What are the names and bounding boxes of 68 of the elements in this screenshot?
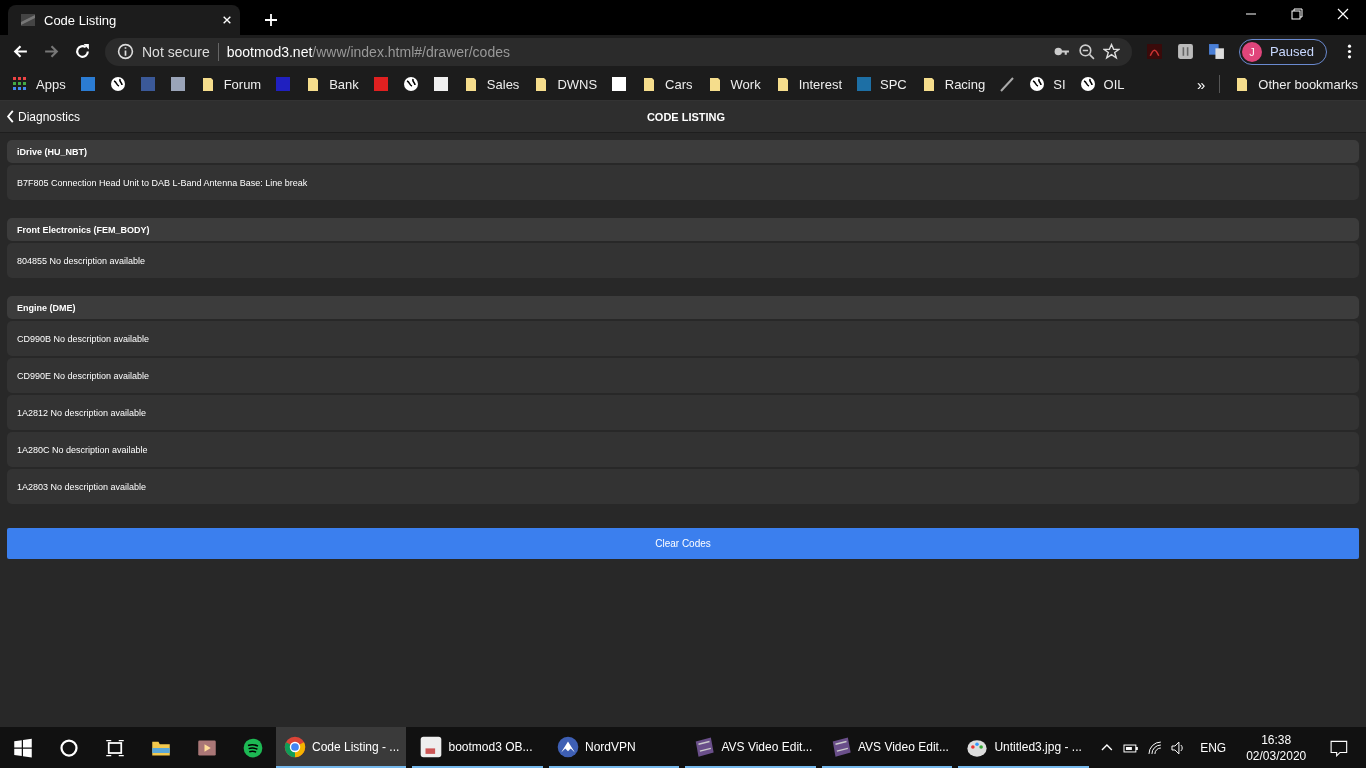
close-icon[interactable] [222,15,232,25]
bookmark-item[interactable]: Work [706,76,761,92]
translate-icon[interactable] [1207,43,1225,60]
music-app-icon[interactable] [243,737,263,758]
bookmark-item[interactable]: Cars [641,76,693,92]
wifi-icon[interactable] [1146,739,1163,756]
address-field[interactable]: Not secure bootmod3.net/www/index.html#/drawer/codes [105,37,1132,66]
browser-tab[interactable]: Code Listing [8,5,240,35]
taskbar-window[interactable]: AVS Video Edit... [821,727,953,768]
site-icon[interactable] [611,76,628,92]
bookmark-item[interactable]: Other bookmarks [1234,76,1358,92]
restore-icon[interactable] [1291,8,1303,20]
zoom-out-icon[interactable] [1077,43,1095,60]
fault-code-row[interactable]: B7F805 Connection Head Unit to DAB L-Band Antenna Base: Line break [7,165,1359,200]
fault-code-row[interactable]: 1A2803 No description available [7,469,1359,504]
search-icon[interactable] [59,737,79,758]
reload-icon[interactable] [74,43,91,60]
tab-title: Code Listing [44,12,118,28]
bookmark-item[interactable]: Racing [920,76,986,92]
bookmark-item[interactable]: DWNS [533,76,598,92]
back-link[interactable]: Diagnostics [6,109,81,124]
clock[interactable]: 16:38 02/03/2020 [1246,732,1307,763]
back-arrow-icon[interactable] [12,43,29,60]
grid-icon [12,76,28,92]
clear-codes-button[interactable]: Clear Codes [7,528,1359,559]
chevron-icon [6,110,14,123]
forward-arrow-icon[interactable] [43,43,60,60]
extension-icon[interactable] [1176,43,1194,60]
page-icon [20,12,36,28]
module-header: Engine (DME) [7,296,1359,319]
task-view-icon[interactable] [105,737,125,758]
pen-icon[interactable] [999,76,1016,92]
more-bookmarks-button[interactable]: » [1196,75,1206,93]
close-icon[interactable] [1337,8,1349,20]
fault-code-row[interactable]: 1A280C No description available [7,432,1359,467]
windows-start-icon[interactable] [13,737,33,758]
new-tab-icon[interactable] [264,13,278,27]
module-header: Front Electronics (FEM_BODY) [7,218,1359,241]
bookmark-item[interactable]: Interest [774,76,842,92]
bookmark-item[interactable]: Sales [462,76,520,92]
taskbar-window[interactable]: AVS Video Edit... [685,727,816,768]
page-title: CODE LISTING [646,110,726,123]
fault-code-row[interactable]: CD990E No description available [7,358,1359,393]
bookmark-item[interactable]: SI [1029,76,1066,92]
fault-code-row[interactable]: CD990B No description available [7,321,1359,356]
mountain-icon [556,735,579,758]
taskbar-window[interactable]: Untitled3.jpg - ... [958,727,1089,768]
bookmark-item[interactable]: OIL [1079,76,1125,92]
taskbar-window[interactable]: NordVPN [548,727,680,768]
browser-icon [284,735,306,758]
notification-icon[interactable] [1330,738,1348,757]
film-icon [693,735,716,758]
taskbar-window[interactable]: Code Listing - ... [276,727,407,768]
language-indicator[interactable]: ENG [1200,740,1227,755]
info-icon [117,43,134,60]
bookmark-item[interactable]: Forum [199,76,262,92]
fault-code-row[interactable]: 1A2812 No description available [7,395,1359,430]
bookmark-item[interactable]: Bank [305,76,359,92]
star-icon[interactable] [1102,43,1120,60]
site-icon[interactable] [432,76,449,92]
bookmark-item[interactable]: SPC [856,76,907,92]
taskbar-window[interactable]: bootmod3 OB... [412,727,543,768]
site-icon [856,76,872,92]
site-icon[interactable] [169,76,186,92]
module-header: iDrive (HU_NBT) [7,140,1359,163]
bookmark-item[interactable]: Apps [12,76,66,92]
cup-icon [420,735,443,758]
fault-code-row[interactable]: 804855 No description available [7,243,1359,278]
